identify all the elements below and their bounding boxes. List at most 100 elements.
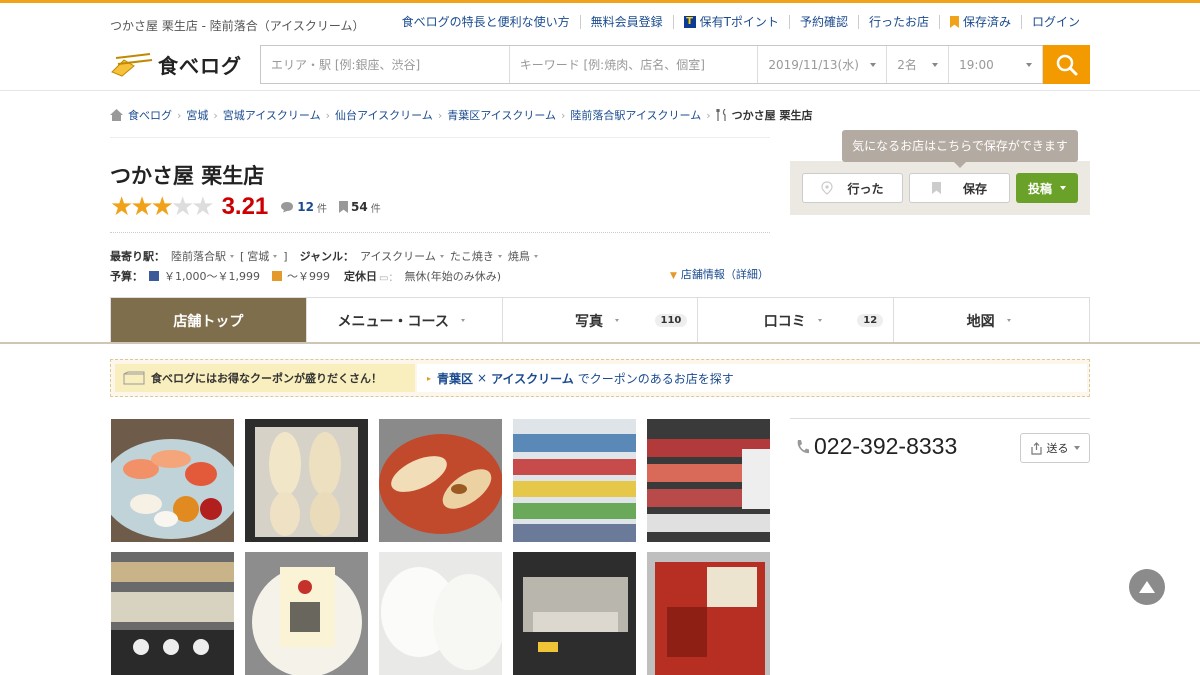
breadcrumb-item[interactable]: 食べログ [128, 107, 172, 123]
went-button[interactable]: 行った [802, 173, 903, 203]
caret-icon [497, 254, 502, 258]
people-select[interactable]: 2名 [887, 46, 950, 83]
link-visited[interactable]: 行ったお店 [857, 15, 939, 29]
rating-stars: ★★★★★ [110, 192, 215, 222]
tab-map[interactable]: 地図 [893, 298, 1089, 343]
breadcrumb-item[interactable]: 宮城 [186, 107, 208, 123]
bookmark-icon [949, 16, 959, 28]
post-button[interactable]: 投稿 [1016, 173, 1078, 203]
date-value: 2019/11/13(水) [768, 58, 859, 72]
coupon-tail: でクーポンのあるお店を探す [577, 371, 734, 386]
photo-kimchi-pack[interactable] [647, 552, 770, 675]
photo-white-buns[interactable] [379, 552, 502, 675]
coupon-search-link[interactable]: ▸ 青葉区 × アイスクリーム でクーポンのあるお店を探す [417, 364, 1087, 392]
chevron-down-icon [1060, 186, 1066, 190]
lunch-sun-icon [271, 271, 282, 281]
link-register[interactable]: 無料会員登録 [579, 15, 673, 29]
chevron-down-icon [1026, 62, 1033, 67]
time-select[interactable]: 19:00 [949, 46, 1044, 83]
caret-icon [439, 254, 444, 258]
link-saved[interactable]: 保存済み [938, 15, 1021, 29]
dinner-moon-icon [149, 271, 159, 281]
breadcrumb-item[interactable]: 青葉区アイスクリーム [447, 107, 556, 123]
pref-link[interactable]: 宮城 [247, 248, 269, 264]
link-tpoint[interactable]: T 保有Tポイント [672, 15, 789, 29]
photo-seafood-shelf[interactable] [647, 419, 770, 542]
photo-deli-case[interactable] [111, 552, 234, 675]
page-site-title: つかさ屋 栗生店 - 陸前落合（アイスクリーム） [110, 19, 365, 33]
tab-menu[interactable]: メニュー・コース [305, 298, 502, 343]
breadcrumb-separator: › [325, 108, 331, 122]
review-count: 12 [297, 200, 314, 214]
coupon-banner: 食べログにはお得なクーポンが盛りだくさん！ ▸ 青葉区 × アイスクリーム でク… [110, 359, 1090, 397]
link-reservations[interactable]: 予約確認 [788, 15, 858, 29]
star-icon: ★ [130, 192, 153, 222]
share-icon [1030, 441, 1042, 455]
link-register-label: 無料会員登録 [590, 15, 663, 29]
breadcrumb-item[interactable]: 陸前落合駅アイスクリーム [570, 107, 701, 123]
tab-menu-label: メニュー・コース [337, 313, 449, 330]
link-visited-label: 行ったお店 [868, 15, 929, 29]
save-button[interactable]: 保存 [909, 173, 1010, 203]
store-detail-link[interactable]: ▼ 店舗情報（詳細） [670, 266, 769, 282]
chevron-down-icon [870, 62, 877, 67]
photo-drinks-shelf[interactable] [513, 419, 636, 542]
save-count-value: 54 [350, 200, 368, 214]
breadcrumb-item[interactable]: 仙台アイスクリーム [335, 107, 433, 123]
photo-grilled-rice-cakes[interactable] [379, 419, 502, 542]
coupon-area: 青葉区 [437, 371, 474, 386]
tab-photos[interactable]: 写真 110 [501, 298, 698, 343]
photo-empty-shelf[interactable] [513, 552, 636, 675]
pref-bracket-open: [ [240, 249, 245, 263]
scroll-to-top-button[interactable] [1129, 569, 1165, 605]
tab-reviews[interactable]: 口コミ 12 [697, 298, 894, 343]
caret-icon [1006, 319, 1011, 322]
tab-reviews-label: 口コミ [763, 313, 806, 330]
date-select[interactable]: 2019/11/13(水) [758, 46, 888, 83]
tpoint-icon: T [683, 16, 696, 28]
breadcrumb-current: つかさ屋 栗生店 [731, 109, 813, 122]
photo-frozen-fish[interactable] [245, 419, 368, 542]
review-count-link[interactable]: 12 件 [280, 200, 327, 215]
holiday-value: 無休(年始のみ休み) [404, 270, 502, 283]
went-label: 行った [847, 181, 884, 196]
chevron-down-icon [1073, 446, 1080, 450]
link-login[interactable]: ログイン [1020, 15, 1090, 29]
arrow-down-icon: ▼ [670, 271, 677, 281]
photo-tamago-mochi-pack[interactable] [245, 552, 368, 675]
breadcrumb-item[interactable]: 宮城アイスクリーム [223, 107, 321, 123]
tab-top[interactable]: 店舗トップ [111, 298, 306, 343]
genre-link[interactable]: たこ焼き [450, 248, 494, 264]
info-budget-holiday: 予算： ￥1,000～￥1,999 ～￥999 定休日 ▭： 無休(年始のみ休み… [110, 268, 501, 284]
tabelog-logo[interactable]: 食べログ [110, 50, 242, 79]
coupon-x: × [477, 371, 488, 385]
area-input[interactable]: エリア・駅 [例:銀座、渋谷] [261, 46, 510, 83]
tab-photos-label: 写真 [574, 313, 603, 330]
home-icon [110, 109, 123, 121]
caret-icon [460, 319, 465, 322]
rating-row: ★★★★★ 3.21 12 件 54 件 [110, 193, 381, 221]
link-reservations-label: 予約確認 [799, 15, 848, 29]
genre-link[interactable]: アイスクリーム [360, 248, 436, 264]
link-features[interactable]: 食べログの特長と便利な使い方 [392, 15, 580, 29]
save-unit: 件 [370, 203, 381, 215]
search-button[interactable] [1043, 45, 1090, 84]
post-label: 投稿 [1027, 181, 1052, 196]
genre-link[interactable]: 焼鳥 [508, 248, 530, 264]
keyword-input[interactable]: キーワード [例:焼肉、店名、個室] [510, 46, 759, 83]
caret-icon [230, 254, 234, 258]
time-value: 19:00 [959, 57, 994, 72]
station-link[interactable]: 陸前落合駅 [171, 248, 226, 264]
phone-icon [797, 439, 809, 453]
breadcrumb-separator: › [177, 108, 182, 122]
phone-number: 022-392-8333 [795, 433, 957, 460]
search-icon [1056, 54, 1078, 75]
tab-top-label: 店舗トップ [173, 313, 244, 330]
photo-sushi[interactable] [111, 419, 234, 542]
speech-bubble-icon [281, 202, 294, 213]
tab-map-label: 地図 [966, 313, 995, 330]
breadcrumb-separator: › [437, 108, 443, 122]
breadcrumb-separator: › [561, 108, 566, 122]
send-button[interactable]: 送る [1020, 433, 1090, 463]
caret-icon [273, 254, 278, 258]
